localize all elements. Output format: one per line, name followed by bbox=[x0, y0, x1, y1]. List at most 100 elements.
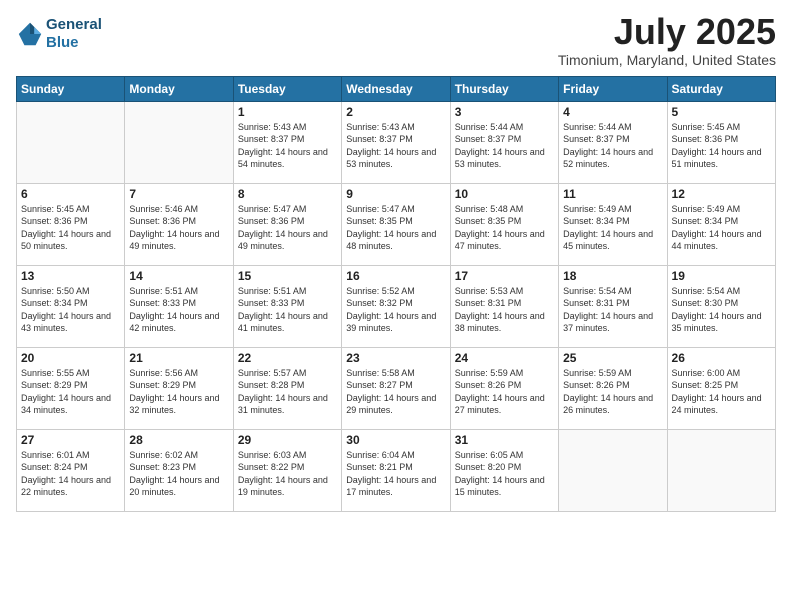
calendar-day-header: Thursday bbox=[450, 76, 558, 101]
day-info: Sunrise: 5:45 AMSunset: 8:36 PMDaylight:… bbox=[672, 121, 771, 171]
calendar-cell: 27 Sunrise: 6:01 AMSunset: 8:24 PMDaylig… bbox=[17, 429, 125, 511]
day-number: 12 bbox=[672, 187, 771, 201]
day-info: Sunrise: 5:44 AMSunset: 8:37 PMDaylight:… bbox=[563, 121, 662, 171]
calendar-cell: 7 Sunrise: 5:46 AMSunset: 8:36 PMDayligh… bbox=[125, 183, 233, 265]
calendar-cell: 28 Sunrise: 6:02 AMSunset: 8:23 PMDaylig… bbox=[125, 429, 233, 511]
calendar-cell: 4 Sunrise: 5:44 AMSunset: 8:37 PMDayligh… bbox=[559, 101, 667, 183]
day-info: Sunrise: 5:54 AMSunset: 8:31 PMDaylight:… bbox=[563, 285, 662, 335]
calendar-row: 1 Sunrise: 5:43 AMSunset: 8:37 PMDayligh… bbox=[17, 101, 776, 183]
calendar-cell: 11 Sunrise: 5:49 AMSunset: 8:34 PMDaylig… bbox=[559, 183, 667, 265]
day-number: 11 bbox=[563, 187, 662, 201]
calendar-cell: 29 Sunrise: 6:03 AMSunset: 8:22 PMDaylig… bbox=[233, 429, 341, 511]
calendar: SundayMondayTuesdayWednesdayThursdayFrid… bbox=[16, 76, 776, 512]
day-info: Sunrise: 5:59 AMSunset: 8:26 PMDaylight:… bbox=[455, 367, 554, 417]
day-info: Sunrise: 5:59 AMSunset: 8:26 PMDaylight:… bbox=[563, 367, 662, 417]
day-number: 1 bbox=[238, 105, 337, 119]
day-info: Sunrise: 5:54 AMSunset: 8:30 PMDaylight:… bbox=[672, 285, 771, 335]
day-info: Sunrise: 6:05 AMSunset: 8:20 PMDaylight:… bbox=[455, 449, 554, 499]
day-info: Sunrise: 5:46 AMSunset: 8:36 PMDaylight:… bbox=[129, 203, 228, 253]
day-number: 6 bbox=[21, 187, 120, 201]
day-info: Sunrise: 5:47 AMSunset: 8:35 PMDaylight:… bbox=[346, 203, 445, 253]
day-number: 9 bbox=[346, 187, 445, 201]
calendar-day-header: Sunday bbox=[17, 76, 125, 101]
day-info: Sunrise: 5:47 AMSunset: 8:36 PMDaylight:… bbox=[238, 203, 337, 253]
calendar-cell: 14 Sunrise: 5:51 AMSunset: 8:33 PMDaylig… bbox=[125, 265, 233, 347]
calendar-cell: 23 Sunrise: 5:58 AMSunset: 8:27 PMDaylig… bbox=[342, 347, 450, 429]
header: General Blue July 2025 Timonium, Marylan… bbox=[16, 12, 776, 68]
calendar-day-header: Tuesday bbox=[233, 76, 341, 101]
day-number: 16 bbox=[346, 269, 445, 283]
calendar-cell: 15 Sunrise: 5:51 AMSunset: 8:33 PMDaylig… bbox=[233, 265, 341, 347]
day-number: 8 bbox=[238, 187, 337, 201]
calendar-cell: 31 Sunrise: 6:05 AMSunset: 8:20 PMDaylig… bbox=[450, 429, 558, 511]
logo-icon bbox=[16, 20, 44, 48]
day-number: 24 bbox=[455, 351, 554, 365]
day-number: 29 bbox=[238, 433, 337, 447]
day-number: 28 bbox=[129, 433, 228, 447]
calendar-cell: 10 Sunrise: 5:48 AMSunset: 8:35 PMDaylig… bbox=[450, 183, 558, 265]
calendar-cell: 13 Sunrise: 5:50 AMSunset: 8:34 PMDaylig… bbox=[17, 265, 125, 347]
day-info: Sunrise: 6:01 AMSunset: 8:24 PMDaylight:… bbox=[21, 449, 120, 499]
day-info: Sunrise: 5:45 AMSunset: 8:36 PMDaylight:… bbox=[21, 203, 120, 253]
day-info: Sunrise: 5:48 AMSunset: 8:35 PMDaylight:… bbox=[455, 203, 554, 253]
day-number: 31 bbox=[455, 433, 554, 447]
calendar-row: 27 Sunrise: 6:01 AMSunset: 8:24 PMDaylig… bbox=[17, 429, 776, 511]
calendar-header-row: SundayMondayTuesdayWednesdayThursdayFrid… bbox=[17, 76, 776, 101]
calendar-day-header: Friday bbox=[559, 76, 667, 101]
calendar-day-header: Wednesday bbox=[342, 76, 450, 101]
day-info: Sunrise: 5:43 AMSunset: 8:37 PMDaylight:… bbox=[238, 121, 337, 171]
calendar-row: 13 Sunrise: 5:50 AMSunset: 8:34 PMDaylig… bbox=[17, 265, 776, 347]
day-info: Sunrise: 5:52 AMSunset: 8:32 PMDaylight:… bbox=[346, 285, 445, 335]
day-number: 26 bbox=[672, 351, 771, 365]
calendar-cell: 3 Sunrise: 5:44 AMSunset: 8:37 PMDayligh… bbox=[450, 101, 558, 183]
calendar-cell: 5 Sunrise: 5:45 AMSunset: 8:36 PMDayligh… bbox=[667, 101, 775, 183]
calendar-cell: 12 Sunrise: 5:49 AMSunset: 8:34 PMDaylig… bbox=[667, 183, 775, 265]
day-info: Sunrise: 5:58 AMSunset: 8:27 PMDaylight:… bbox=[346, 367, 445, 417]
calendar-day-header: Monday bbox=[125, 76, 233, 101]
calendar-row: 6 Sunrise: 5:45 AMSunset: 8:36 PMDayligh… bbox=[17, 183, 776, 265]
day-number: 7 bbox=[129, 187, 228, 201]
calendar-cell: 20 Sunrise: 5:55 AMSunset: 8:29 PMDaylig… bbox=[17, 347, 125, 429]
calendar-cell: 30 Sunrise: 6:04 AMSunset: 8:21 PMDaylig… bbox=[342, 429, 450, 511]
day-number: 10 bbox=[455, 187, 554, 201]
day-number: 23 bbox=[346, 351, 445, 365]
day-info: Sunrise: 5:49 AMSunset: 8:34 PMDaylight:… bbox=[672, 203, 771, 253]
day-number: 13 bbox=[21, 269, 120, 283]
day-info: Sunrise: 5:55 AMSunset: 8:29 PMDaylight:… bbox=[21, 367, 120, 417]
title-block: July 2025 Timonium, Maryland, United Sta… bbox=[558, 12, 776, 68]
day-info: Sunrise: 5:51 AMSunset: 8:33 PMDaylight:… bbox=[238, 285, 337, 335]
location: Timonium, Maryland, United States bbox=[558, 52, 776, 68]
calendar-cell: 6 Sunrise: 5:45 AMSunset: 8:36 PMDayligh… bbox=[17, 183, 125, 265]
day-number: 4 bbox=[563, 105, 662, 119]
calendar-cell: 22 Sunrise: 5:57 AMSunset: 8:28 PMDaylig… bbox=[233, 347, 341, 429]
day-number: 21 bbox=[129, 351, 228, 365]
day-info: Sunrise: 5:49 AMSunset: 8:34 PMDaylight:… bbox=[563, 203, 662, 253]
day-info: Sunrise: 5:53 AMSunset: 8:31 PMDaylight:… bbox=[455, 285, 554, 335]
day-number: 22 bbox=[238, 351, 337, 365]
calendar-cell bbox=[17, 101, 125, 183]
day-info: Sunrise: 6:03 AMSunset: 8:22 PMDaylight:… bbox=[238, 449, 337, 499]
day-number: 14 bbox=[129, 269, 228, 283]
day-number: 5 bbox=[672, 105, 771, 119]
calendar-cell: 8 Sunrise: 5:47 AMSunset: 8:36 PMDayligh… bbox=[233, 183, 341, 265]
calendar-row: 20 Sunrise: 5:55 AMSunset: 8:29 PMDaylig… bbox=[17, 347, 776, 429]
calendar-cell: 25 Sunrise: 5:59 AMSunset: 8:26 PMDaylig… bbox=[559, 347, 667, 429]
day-number: 17 bbox=[455, 269, 554, 283]
calendar-cell: 16 Sunrise: 5:52 AMSunset: 8:32 PMDaylig… bbox=[342, 265, 450, 347]
day-number: 15 bbox=[238, 269, 337, 283]
calendar-day-header: Saturday bbox=[667, 76, 775, 101]
calendar-cell: 9 Sunrise: 5:47 AMSunset: 8:35 PMDayligh… bbox=[342, 183, 450, 265]
day-info: Sunrise: 5:50 AMSunset: 8:34 PMDaylight:… bbox=[21, 285, 120, 335]
day-info: Sunrise: 5:56 AMSunset: 8:29 PMDaylight:… bbox=[129, 367, 228, 417]
calendar-cell: 18 Sunrise: 5:54 AMSunset: 8:31 PMDaylig… bbox=[559, 265, 667, 347]
day-number: 30 bbox=[346, 433, 445, 447]
day-info: Sunrise: 5:57 AMSunset: 8:28 PMDaylight:… bbox=[238, 367, 337, 417]
calendar-cell bbox=[125, 101, 233, 183]
calendar-cell: 26 Sunrise: 6:00 AMSunset: 8:25 PMDaylig… bbox=[667, 347, 775, 429]
day-info: Sunrise: 6:04 AMSunset: 8:21 PMDaylight:… bbox=[346, 449, 445, 499]
day-info: Sunrise: 6:02 AMSunset: 8:23 PMDaylight:… bbox=[129, 449, 228, 499]
day-number: 18 bbox=[563, 269, 662, 283]
day-number: 19 bbox=[672, 269, 771, 283]
logo-text: General Blue bbox=[46, 16, 102, 52]
day-number: 2 bbox=[346, 105, 445, 119]
